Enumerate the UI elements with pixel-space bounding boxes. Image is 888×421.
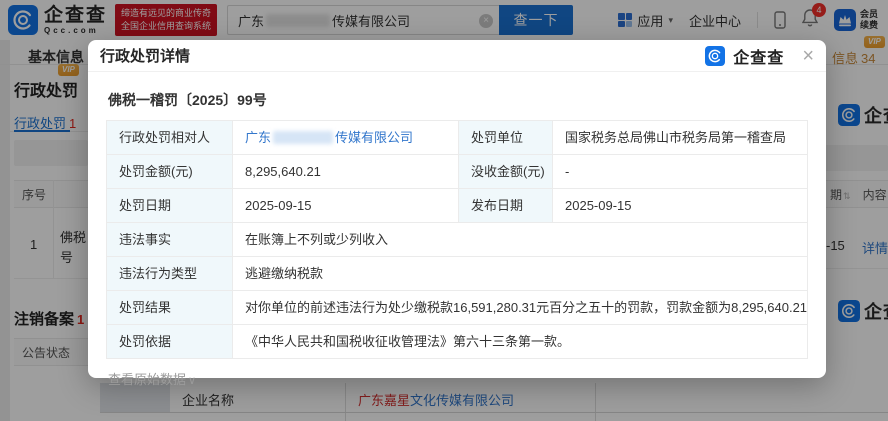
row-label: 发布日期 <box>459 189 553 223</box>
modal-body: 佛税一稽罚〔2025〕99号 行政处罚相对人 广东传媒有限公司 处罚单位 国家税… <box>88 72 826 389</box>
row-label: 行政处罚相对人 <box>107 121 233 155</box>
row-label: 处罚金额(元) <box>107 155 233 189</box>
table-row: 处罚金额(元) 8,295,640.21 没收金额(元) - <box>107 155 808 189</box>
penalty-doc-number: 佛税一稽罚〔2025〕99号 <box>108 90 808 110</box>
row-value: 2025-09-15 <box>553 189 808 223</box>
row-value: 《中华人民共和国税收征收管理法》第六十三条第一款。 <box>233 325 808 359</box>
row-label: 处罚日期 <box>107 189 233 223</box>
table-row: 行政处罚相对人 广东传媒有限公司 处罚单位 国家税务总局佛山市税务局第一稽查局 <box>107 121 808 155</box>
row-value: 8,295,640.21 <box>233 155 459 189</box>
table-row: 违法事实 在账簿上不列或少列收入 <box>107 223 808 257</box>
modal-header: 行政处罚详情 企查查 × <box>88 40 826 72</box>
penalty-table: 行政处罚相对人 广东传媒有限公司 处罚单位 国家税务总局佛山市税务局第一稽查局 … <box>106 120 808 359</box>
qcc-logo-icon <box>705 46 725 66</box>
row-value: 2025-09-15 <box>233 189 459 223</box>
table-row: 处罚日期 2025-09-15 发布日期 2025-09-15 <box>107 189 808 223</box>
close-icon[interactable]: × <box>802 46 814 66</box>
row-label: 没收金额(元) <box>459 155 553 189</box>
row-label: 违法事实 <box>107 223 233 257</box>
penalty-party-link[interactable]: 广东传媒有限公司 <box>245 130 413 145</box>
table-row: 处罚依据 《中华人民共和国税收征收管理法》第六十三条第一款。 <box>107 325 808 359</box>
redacted-text <box>273 131 333 144</box>
app-window: 企查查 Qcc.com 缔造有远见的商业传奇 全国企业信用查询系统 广东传媒有限… <box>0 0 888 421</box>
row-value: 对你单位的前述违法行为处少缴税款16,591,280.31元百分之五十的罚款，罚… <box>233 291 808 325</box>
modal-title: 行政处罚详情 <box>100 45 190 66</box>
table-row: 违法行为类型 逃避缴纳税款 <box>107 257 808 291</box>
modal-header-right: 企查查 × <box>705 44 814 68</box>
row-label: 违法行为类型 <box>107 257 233 291</box>
row-label: 处罚依据 <box>107 325 233 359</box>
row-label: 处罚结果 <box>107 291 233 325</box>
chevron-down-icon: ∨ <box>188 375 196 387</box>
row-value: - <box>553 155 808 189</box>
table-row: 处罚结果 对你单位的前述违法行为处少缴税款16,591,280.31元百分之五十… <box>107 291 808 325</box>
row-value: 国家税务总局佛山市税务局第一稽查局 <box>553 121 808 155</box>
row-value: 在账簿上不列或少列收入 <box>233 223 808 257</box>
view-raw-data-link[interactable]: 查看原始数据∨ <box>108 369 196 388</box>
row-value: 广东传媒有限公司 <box>233 121 459 155</box>
penalty-detail-modal: 行政处罚详情 企查查 × 佛税一稽罚〔2025〕99号 行政处罚相对人 广东传媒… <box>88 40 826 378</box>
row-value: 逃避缴纳税款 <box>233 257 808 291</box>
modal-brand: 企查查 <box>733 44 784 68</box>
row-label: 处罚单位 <box>459 121 553 155</box>
